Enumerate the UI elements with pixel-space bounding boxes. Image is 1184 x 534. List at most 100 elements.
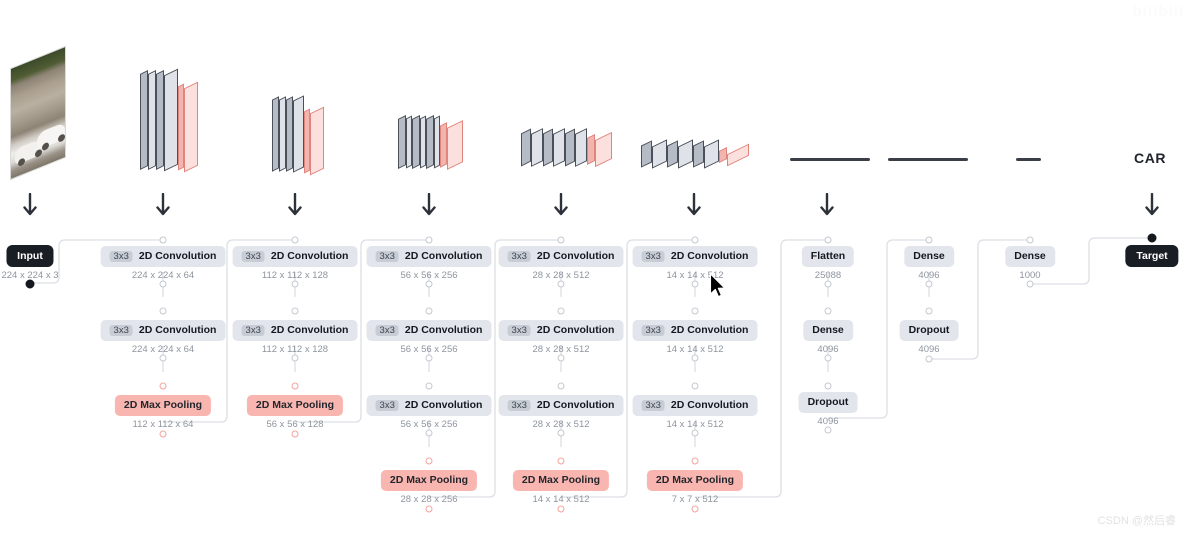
block2-in-dot: [291, 236, 299, 244]
input-node-label: Input: [6, 245, 54, 267]
block4-conv2-out-dot: [557, 354, 565, 362]
kernel-badge: 3x3: [641, 399, 665, 412]
block1-conv2[interactable]: 3x3 2D Convolution 224 x 224 x 64: [100, 320, 226, 355]
layer-label: 2D Convolution: [670, 250, 749, 263]
block4-pool-in-dot: [557, 457, 565, 465]
block1-pool[interactable]: 2D Max Pooling 112 x 112 x 64: [114, 395, 212, 430]
block5-pool[interactable]: 2D Max Pooling 7 x 7 x 512: [646, 470, 744, 505]
block4-conv2[interactable]: 3x3 2D Convolution 28 x 28 x 512: [498, 320, 624, 355]
layer-label: 2D Convolution: [270, 324, 349, 337]
block5-pool-in-dot: [691, 457, 699, 465]
watermark-csdn: CSDN @然后睿: [1097, 515, 1176, 527]
layer-label: Flatten: [810, 250, 846, 263]
block5-conv3[interactable]: 3x3 2D Convolution 14 x 14 x 512: [632, 395, 758, 430]
flatten-layer[interactable]: Flatten 25088: [801, 246, 855, 281]
layer-dims: 4096: [918, 344, 940, 355]
layer-label: 2D Max Pooling: [255, 399, 335, 412]
input-node[interactable]: Input 224 x 224 x 3: [1, 245, 59, 281]
kernel-badge: 3x3: [375, 324, 399, 337]
layer-label: Dropout: [807, 396, 849, 409]
diagram-canvas: bilibili CAR Input 224 x 224 x 3 3x3 2D …: [0, 0, 1184, 534]
block3-in-dot: [425, 236, 433, 244]
kernel-badge: 3x3: [507, 324, 531, 337]
layer-dims: 28 x 28 x 512: [532, 419, 590, 430]
dropout1-in-dot: [824, 382, 832, 390]
target-connector-dot: [1147, 233, 1157, 243]
layer-dims: 28 x 28 x 512: [532, 344, 590, 355]
block2-conv1[interactable]: 3x3 2D Convolution 112 x 112 x 128: [232, 246, 358, 281]
layer-dims: 56 x 56 x 256: [400, 419, 458, 430]
layer-label: 2D Max Pooling: [389, 474, 469, 487]
layer-dims: 56 x 56 x 256: [400, 344, 458, 355]
block2-conv2-out-dot: [291, 354, 299, 362]
layer-label: 2D Max Pooling: [655, 474, 735, 487]
block1-in-dot: [159, 236, 167, 244]
block5-conv2[interactable]: 3x3 2D Convolution 14 x 14 x 512: [632, 320, 758, 355]
layer-label: Dropout: [908, 324, 950, 337]
target-node[interactable]: Target: [1125, 245, 1179, 267]
block3-pool[interactable]: 2D Max Pooling 28 x 28 x 256: [380, 470, 478, 505]
block3-conv1[interactable]: 3x3 2D Convolution 56 x 56 x 256: [366, 246, 492, 281]
block3-conv2[interactable]: 3x3 2D Convolution 56 x 56 x 256: [366, 320, 492, 355]
dropout2-in-dot: [925, 307, 933, 315]
block5-conv2-out-dot: [691, 354, 699, 362]
layer-dims: 14 x 14 x 512: [666, 419, 724, 430]
layer-label: 2D Convolution: [138, 324, 217, 337]
block4-conv3-out-dot: [557, 429, 565, 437]
layer-label: 2D Convolution: [670, 399, 749, 412]
kernel-badge: 3x3: [641, 250, 665, 263]
layer-dims: 1000: [1019, 270, 1041, 281]
block3-conv2-in-dot: [425, 307, 433, 315]
block4-conv1[interactable]: 3x3 2D Convolution 28 x 28 x 512: [498, 246, 624, 281]
block2-pool[interactable]: 2D Max Pooling 56 x 56 x 128: [246, 395, 344, 430]
block5-conv1[interactable]: 3x3 2D Convolution 14 x 14 x 512: [632, 246, 758, 281]
dropout-layer-1[interactable]: Dropout 4096: [798, 392, 858, 427]
dense-layer-2[interactable]: Dense 4096: [904, 246, 954, 281]
classifier2-in-dot: [925, 236, 933, 244]
layer-label: Dense: [812, 324, 844, 337]
block2-pool-out-dot: [291, 430, 299, 438]
block1-conv1[interactable]: 3x3 2D Convolution 224 x 224 x 64: [100, 246, 226, 281]
dense3-out-dot: [1026, 280, 1034, 288]
flatten-out-dot: [824, 280, 832, 288]
layer-label: 2D Convolution: [138, 250, 217, 263]
layer-dims: 14 x 14 x 512: [532, 494, 590, 505]
layer-dims: 224 x 224 x 64: [131, 344, 195, 355]
layer-label: 2D Convolution: [404, 399, 483, 412]
kernel-badge: 3x3: [109, 324, 133, 337]
block5-in-dot: [691, 236, 699, 244]
layer-dims: 25088: [814, 270, 842, 281]
dense-layer-1[interactable]: Dense 4096: [803, 320, 853, 355]
block5-conv3-in-dot: [691, 382, 699, 390]
block2-pool-in-dot: [291, 382, 299, 390]
layer-label: 2D Max Pooling: [123, 399, 203, 412]
kernel-badge: 3x3: [375, 250, 399, 263]
block4-conv3[interactable]: 3x3 2D Convolution 28 x 28 x 512: [498, 395, 624, 430]
kernel-badge: 3x3: [241, 324, 265, 337]
layer-label: 2D Convolution: [536, 324, 615, 337]
block2-conv2[interactable]: 3x3 2D Convolution 112 x 112 x 128: [232, 320, 358, 355]
layer-dims: 7 x 7 x 512: [671, 494, 719, 505]
block1-pool-in-dot: [159, 382, 167, 390]
classifier1-in-dot: [824, 236, 832, 244]
block3-conv2-out-dot: [425, 354, 433, 362]
layer-label: 2D Convolution: [270, 250, 349, 263]
dropout2-out-dot: [925, 355, 933, 363]
block4-pool[interactable]: 2D Max Pooling 14 x 14 x 512: [512, 470, 610, 505]
block3-conv3[interactable]: 3x3 2D Convolution 56 x 56 x 256: [366, 395, 492, 430]
layer-dims: 28 x 28 x 512: [532, 270, 590, 281]
dropout-layer-2[interactable]: Dropout 4096: [899, 320, 959, 355]
layer-dims: 56 x 56 x 128: [266, 419, 324, 430]
block5-conv2-in-dot: [691, 307, 699, 315]
block4-conv3-in-dot: [557, 382, 565, 390]
kernel-badge: 3x3: [507, 399, 531, 412]
block4-conv1-out-dot: [557, 280, 565, 288]
dense-layer-3[interactable]: Dense 1000: [1005, 246, 1055, 281]
block3-pool-out-dot: [425, 505, 433, 513]
target-node-label: Target: [1125, 245, 1179, 267]
dropout1-out-dot: [824, 426, 832, 434]
layer-graph: Input 224 x 224 x 3 3x3 2D Convolution 2…: [0, 0, 1184, 534]
block5-conv3-out-dot: [691, 429, 699, 437]
layer-dims: 224 x 224 x 64: [131, 270, 195, 281]
layer-dims: 112 x 112 x 64: [132, 419, 194, 430]
